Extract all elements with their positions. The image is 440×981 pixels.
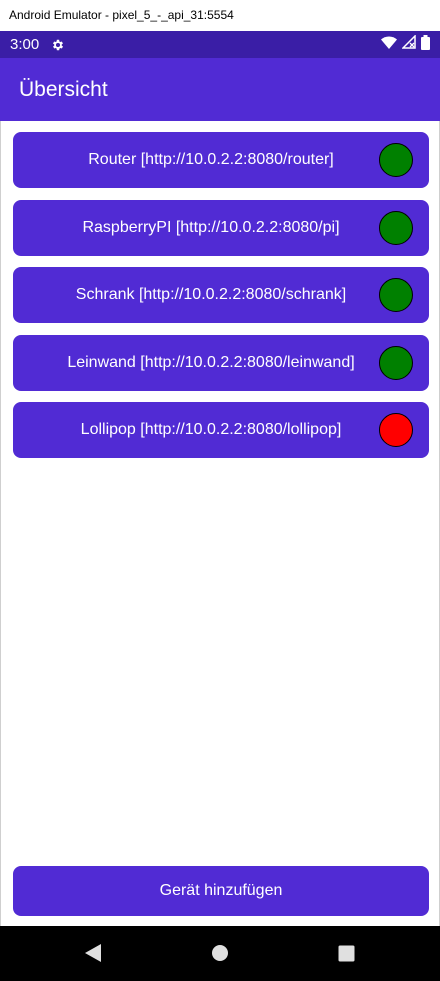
status-bar: 3:00	[0, 31, 440, 58]
page-title: Übersicht	[19, 77, 108, 101]
status-indicator	[379, 143, 413, 177]
status-indicator	[379, 278, 413, 312]
device-item[interactable]: Router [http://10.0.2.2:8080/router]	[13, 132, 429, 188]
status-indicator	[379, 345, 413, 380]
main-content: Router [http://10.0.2.2:8080/router] Ras…	[0, 121, 440, 926]
device-label: Lollipop [http://10.0.2.2:8080/lollipop]	[80, 421, 342, 438]
status-indicator	[379, 413, 413, 447]
device-item[interactable]: Leinwand [http://10.0.2.2:8080/leinwand]	[13, 334, 429, 391]
device-item[interactable]: Schrank [http://10.0.2.2:8080/schrank]	[13, 267, 429, 323]
device-label: Schrank [http://10.0.2.2:8080/schrank]	[75, 286, 347, 303]
navigation-bar	[0, 926, 440, 981]
device-list: Router [http://10.0.2.2:8080/router] Ras…	[13, 132, 429, 470]
device-label: Leinwand [http://10.0.2.2:8080/leinwand]	[67, 353, 355, 371]
wifi-icon	[381, 36, 397, 54]
status-time: 3:00	[10, 36, 40, 53]
status-indicator	[379, 210, 413, 245]
device-label: Router [http://10.0.2.2:8080/router]	[88, 151, 334, 168]
device-label: RaspberryPI [http://10.0.2.2:8080/pi]	[82, 218, 340, 236]
device-item[interactable]: Lollipop [http://10.0.2.2:8080/lollipop]	[13, 402, 429, 458]
recents-icon[interactable]	[337, 944, 355, 962]
gear-icon	[51, 38, 65, 52]
battery-icon	[421, 34, 430, 55]
signal-icon	[401, 34, 416, 54]
window-title: Android Emulator - pixel_5_-_api_31:5554	[0, 0, 440, 31]
home-icon[interactable]	[211, 944, 229, 962]
back-icon[interactable]	[84, 944, 102, 962]
add-device-button[interactable]: Gerät hinzufügen	[13, 866, 429, 916]
device-item[interactable]: RaspberryPI [http://10.0.2.2:8080/pi]	[13, 199, 429, 256]
app-bar: Übersicht	[0, 58, 440, 121]
